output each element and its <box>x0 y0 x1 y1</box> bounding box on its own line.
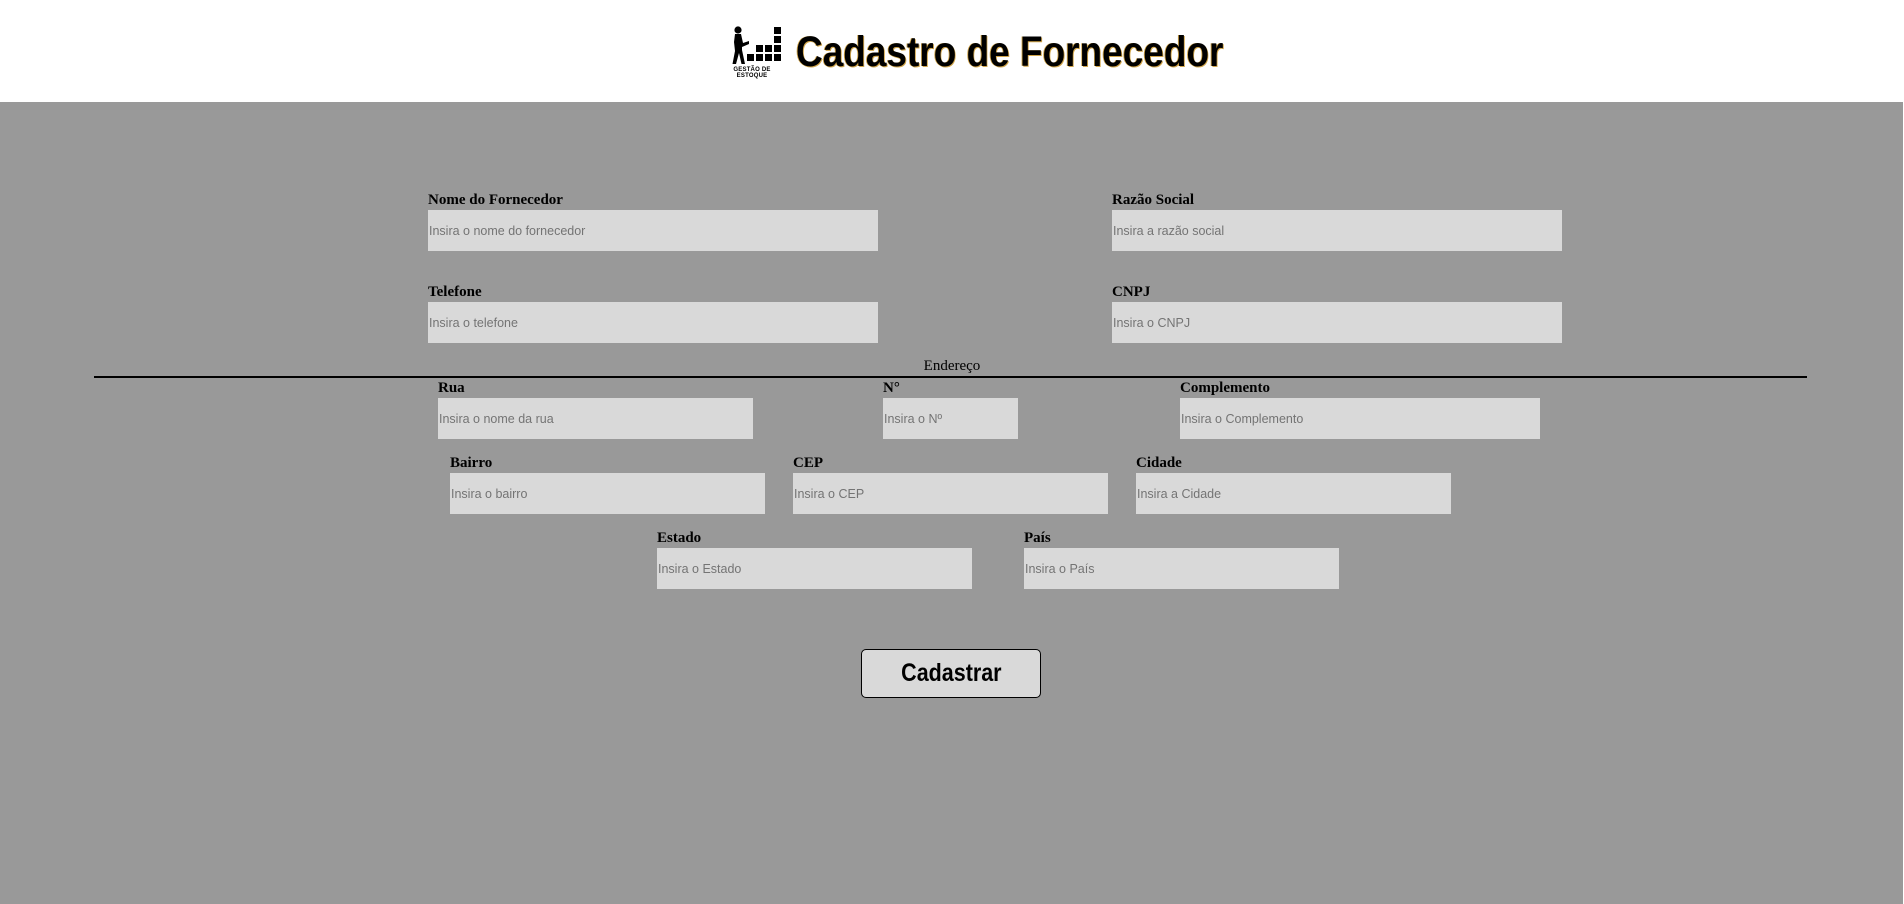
cidade-label: Cidade <box>1136 455 1182 471</box>
razao-social-label: Razão Social <box>1112 192 1195 208</box>
field-rua: Rua <box>438 378 753 439</box>
field-cidade: Cidade <box>1136 453 1451 514</box>
field-razao-social: Razão Social <box>1112 190 1562 251</box>
razao-social-input[interactable] <box>1112 210 1562 251</box>
field-bairro: Bairro <box>450 453 765 514</box>
estado-input[interactable] <box>657 548 972 589</box>
bairro-label: Bairro <box>450 455 493 471</box>
numero-label: N° <box>883 380 900 396</box>
cadastrar-button[interactable]: Cadastrar <box>861 649 1041 698</box>
warehouse-worker-icon <box>732 26 781 64</box>
cadastrar-button-label: Cadastrar <box>900 659 1002 687</box>
telefone-input[interactable] <box>428 302 878 343</box>
telefone-label: Telefone <box>428 284 482 300</box>
estado-label: Estado <box>657 530 702 546</box>
pais-input[interactable] <box>1024 548 1339 589</box>
bairro-input[interactable] <box>450 473 765 514</box>
cep-label: CEP <box>793 455 823 471</box>
numero-input[interactable] <box>883 398 1018 439</box>
logo-caption: GESTÃO DE ESTOQUE <box>733 67 771 79</box>
rua-label: Rua <box>438 380 465 396</box>
nome-fornecedor-input[interactable] <box>428 210 878 251</box>
field-complemento: Complemento <box>1180 378 1540 439</box>
nome-fornecedor-label: Nome do Fornecedor <box>428 192 563 208</box>
address-section-title: Endereço <box>923 358 981 374</box>
cidade-input[interactable] <box>1136 473 1451 514</box>
field-cnpj: CNPJ <box>1112 282 1562 343</box>
field-telefone: Telefone <box>428 282 878 343</box>
pais-label: País <box>1024 530 1051 546</box>
field-estado: Estado <box>657 528 972 589</box>
cnpj-label: CNPJ <box>1112 284 1151 300</box>
field-pais: País <box>1024 528 1339 589</box>
field-numero: N° <box>883 378 1018 439</box>
page-title: Cadastro de Fornecedor <box>796 28 1224 76</box>
field-nome-fornecedor: Nome do Fornecedor <box>428 190 878 251</box>
complemento-input[interactable] <box>1180 398 1540 439</box>
cep-input[interactable] <box>793 473 1108 514</box>
page-header: GESTÃO DE ESTOQUE Cadastro de Fornecedor <box>0 0 1904 102</box>
rua-input[interactable] <box>438 398 753 439</box>
complemento-label: Complemento <box>1180 380 1270 396</box>
field-cep: CEP <box>793 453 1108 514</box>
stock-management-logo: GESTÃO DE ESTOQUE <box>718 24 786 79</box>
cnpj-input[interactable] <box>1112 302 1562 343</box>
